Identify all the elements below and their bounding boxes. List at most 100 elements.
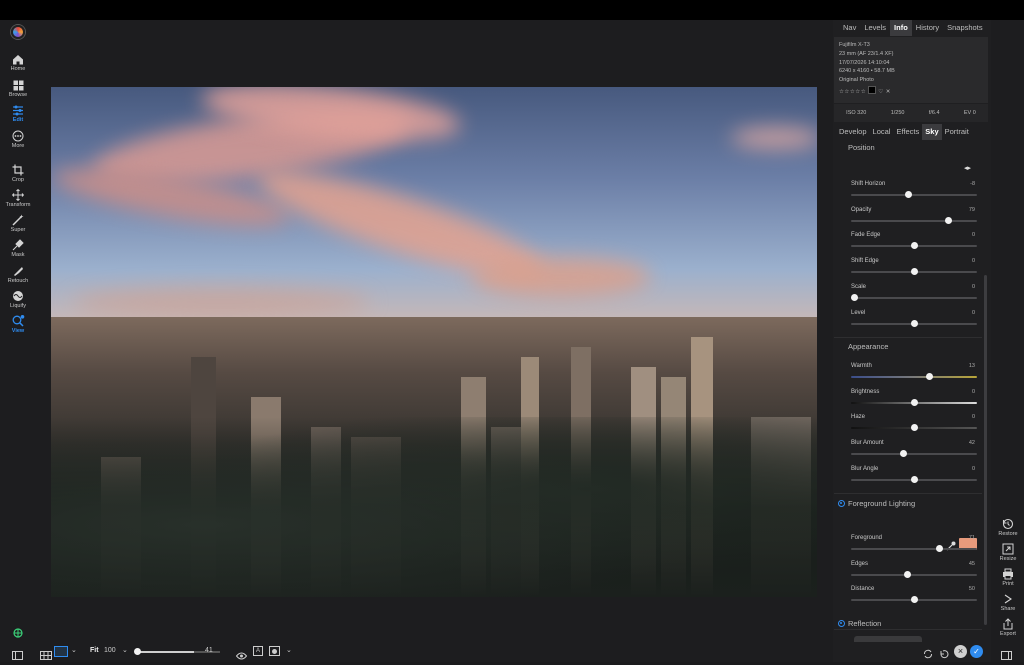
slider-knob[interactable]	[910, 268, 918, 276]
restore-button[interactable]: Restore	[992, 518, 1024, 537]
tool-crop[interactable]: Crop	[0, 164, 36, 183]
tab-local[interactable]: Local	[870, 124, 894, 140]
tab-portrait[interactable]: Portrait	[942, 124, 972, 140]
rating-stars[interactable]: ☆☆☆☆☆ ♡ ✕	[839, 86, 891, 97]
slider-knob[interactable]	[851, 293, 859, 301]
tab-info[interactable]: Info	[890, 20, 912, 36]
tool-liquify[interactable]: Liquify	[0, 290, 36, 309]
tool-super[interactable]: Super	[0, 214, 36, 233]
slider-track[interactable]	[851, 319, 977, 327]
zoom-slider-fill[interactable]	[136, 651, 194, 653]
slider-track[interactable]	[851, 216, 977, 224]
slider-knob[interactable]	[910, 242, 918, 250]
slider-track[interactable]	[851, 242, 977, 250]
section-toggle-icon[interactable]	[838, 500, 845, 507]
slider-fade-edge[interactable]: Fade Edge 0	[851, 232, 977, 256]
slider-track[interactable]	[851, 545, 977, 552]
slider-brightness[interactable]: Brightness 0	[851, 389, 977, 413]
tool-mask[interactable]: Mask	[0, 239, 36, 258]
heart-icon[interactable]: ♡	[878, 89, 883, 95]
tool-transform[interactable]: Transform	[0, 189, 36, 208]
color-label-icon[interactable]	[868, 86, 877, 94]
tool-more[interactable]: More	[0, 130, 36, 149]
slider-knob[interactable]	[904, 570, 912, 578]
slider-blur-amount[interactable]: Blur Amount 42	[851, 440, 977, 464]
slider-foreground[interactable]: Foreground 71	[851, 535, 977, 559]
tool-view[interactable]: View	[0, 315, 36, 334]
leaf-plugin-icon[interactable]	[12, 626, 24, 644]
slider-level[interactable]: Level 0	[851, 310, 977, 334]
reject-icon[interactable]: ✕	[886, 89, 891, 95]
slider-knob[interactable]	[925, 373, 933, 380]
compare-arrows-icon[interactable]: ◂▸	[964, 164, 971, 172]
apply-button[interactable]: ✓	[970, 645, 983, 658]
slider-track[interactable]	[851, 596, 977, 604]
slider-warmth[interactable]: Warmth 13	[851, 363, 977, 387]
cancel-button[interactable]: ×	[954, 645, 967, 658]
panel-toggle-right-icon[interactable]	[1001, 647, 1012, 665]
tab-sky[interactable]: Sky	[922, 124, 942, 140]
single-view-icon[interactable]	[54, 646, 68, 657]
slider-opacity[interactable]: Opacity 79	[851, 207, 977, 231]
sync-icon[interactable]	[923, 646, 933, 664]
zoom-dropdown-icon[interactable]: ⌄	[122, 646, 128, 654]
view-dropdown-icon[interactable]: ⌄	[71, 646, 77, 654]
tool-retouch[interactable]: Retouch	[0, 265, 36, 284]
slider-track[interactable]	[851, 373, 977, 380]
slider-knob[interactable]	[910, 398, 918, 406]
slider-track[interactable]	[851, 475, 977, 483]
zoom-slider-knob[interactable]	[134, 648, 141, 655]
slider-track[interactable]	[851, 450, 977, 458]
slider-knob[interactable]	[944, 216, 952, 224]
panel-scrollbar[interactable]	[984, 275, 987, 625]
slider-track[interactable]	[851, 191, 977, 198]
photo-canvas[interactable]	[51, 87, 817, 597]
tab-levels[interactable]: Levels	[860, 20, 890, 36]
eye-preview-icon[interactable]	[235, 647, 248, 665]
tool-browse[interactable]: Browse	[0, 80, 36, 98]
slider-track[interactable]	[851, 570, 977, 578]
tab-effects[interactable]: Effects	[893, 124, 922, 140]
fit-label[interactable]: Fit	[90, 647, 99, 654]
slider-scale[interactable]: Scale 0	[851, 284, 977, 308]
slider-blur-angle[interactable]: Blur Angle 0	[851, 466, 977, 490]
section-appearance[interactable]: Appearance	[834, 339, 982, 355]
tool-edit[interactable]: Edit	[0, 105, 36, 123]
tab-nav[interactable]: Nav	[839, 20, 860, 36]
slider-distance[interactable]: Distance 50	[851, 586, 977, 610]
mask-overlay-icon[interactable]	[269, 646, 280, 656]
tab-develop[interactable]: Develop	[836, 124, 870, 140]
undo-icon[interactable]	[939, 646, 949, 664]
share-button[interactable]: Share	[992, 593, 1024, 612]
slider-track[interactable]	[851, 293, 977, 301]
section-toggle-icon[interactable]	[838, 620, 845, 627]
star-rating-icon[interactable]: ☆☆☆☆☆	[839, 89, 866, 95]
resize-button[interactable]: Resize	[992, 543, 1024, 562]
slider-knob[interactable]	[935, 545, 943, 552]
app-logo-icon[interactable]	[11, 25, 25, 39]
slider-knob[interactable]	[910, 475, 918, 483]
slider-knob[interactable]	[900, 450, 908, 458]
reflection-button[interactable]	[854, 636, 922, 642]
slider-haze[interactable]: Haze 0	[851, 414, 977, 438]
export-button[interactable]: Export	[992, 618, 1024, 637]
section-position[interactable]: Position	[834, 140, 982, 156]
tool-home[interactable]: Home	[0, 54, 36, 72]
zoom-value[interactable]: 100	[104, 647, 116, 654]
tab-history[interactable]: History	[912, 20, 943, 36]
slider-shift-edge[interactable]: Shift Edge 0	[851, 258, 977, 282]
slider-knob[interactable]	[910, 424, 918, 432]
slider-knob[interactable]	[910, 596, 918, 604]
section-foreground-lighting[interactable]: Foreground Lighting	[834, 496, 982, 512]
slider-shift-horizon[interactable]: Shift Horizon -8	[851, 181, 977, 205]
print-button[interactable]: Print	[992, 568, 1024, 587]
compare-a-icon[interactable]: A	[253, 646, 263, 656]
slider-track[interactable]	[851, 398, 977, 406]
slider-track[interactable]	[851, 424, 977, 432]
tab-snapshots[interactable]: Snapshots	[943, 20, 986, 36]
section-reflection[interactable]: Reflection	[834, 616, 982, 632]
slider-knob[interactable]	[910, 319, 918, 327]
panel-toggle-left-icon[interactable]	[12, 647, 23, 665]
slider-knob[interactable]	[905, 191, 913, 198]
slider-track[interactable]	[851, 268, 977, 276]
